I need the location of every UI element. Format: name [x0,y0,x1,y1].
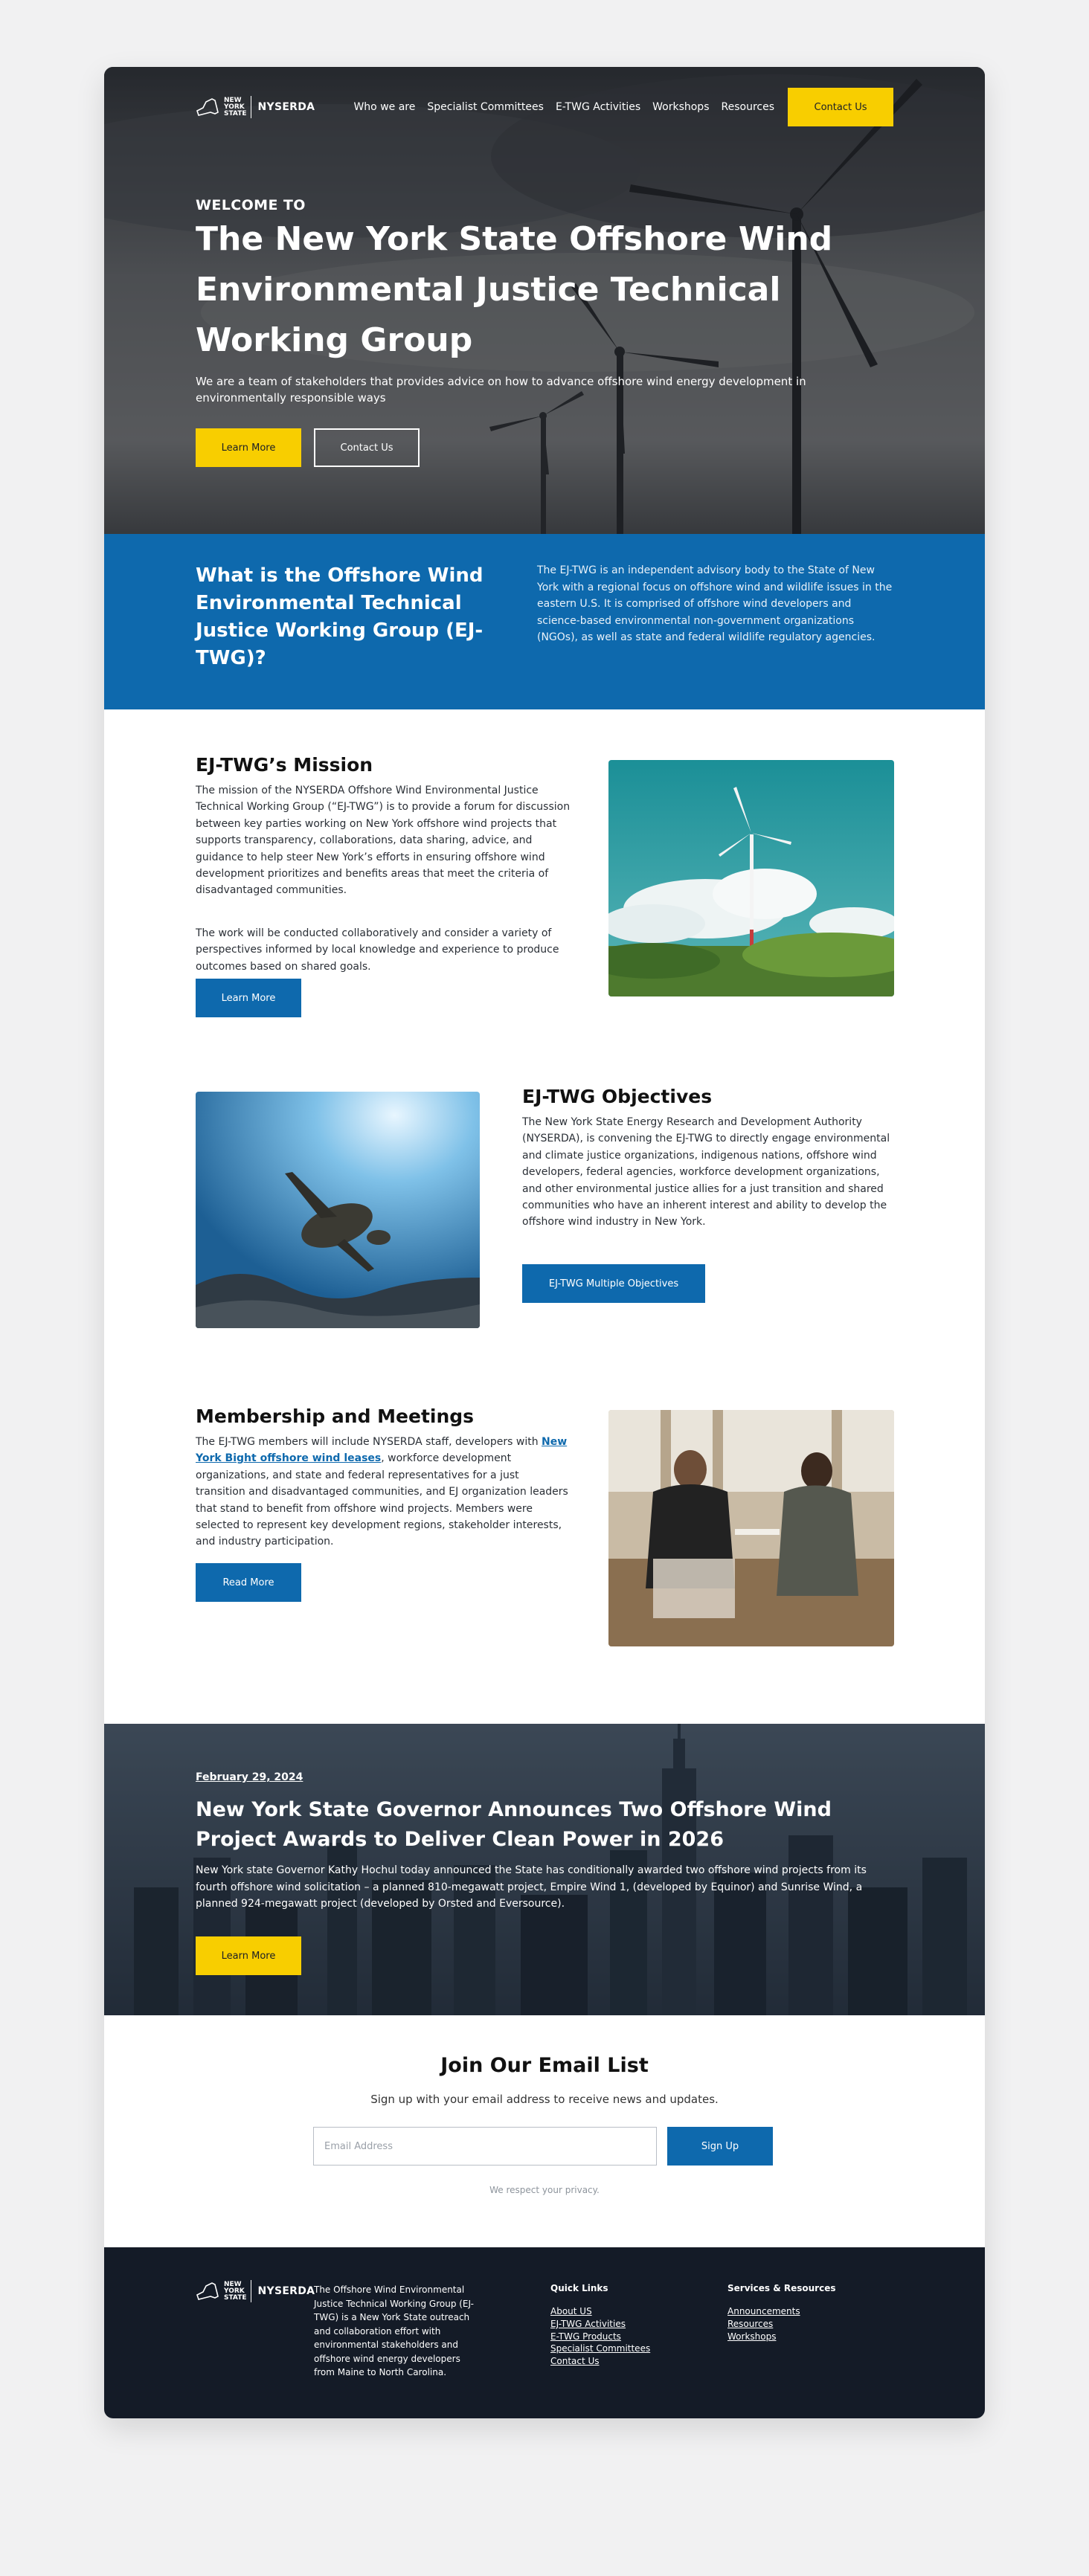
state-mark: NEW YORK STATE [224,96,247,117]
intro-body: The EJ-TWG is an independent advisory bo… [537,564,893,643]
news-title: New York State Governor Announces Two Of… [196,1798,832,1851]
mission-para-1: The mission of the NYSERDA Offshore Wind… [196,785,571,897]
footer-logo[interactable]: NEW YORK STATE NYSERDA [196,2280,315,2302]
footer-link-ejtwg-activities[interactable]: EJ-TWG Activities [550,2318,650,2331]
footer: NEW YORK STATE NYSERDA The Offshore Wind E… [104,2247,985,2418]
hero-learn-more-button[interactable]: Learn More [196,428,301,467]
nyserda-logo[interactable]: NEW YORK STATE NYSERDA [196,88,315,126]
footer-link-etwg-products[interactable]: E-TWG Products [550,2331,650,2343]
footer-link-announcements[interactable]: Announcements [727,2305,835,2318]
meeting-photo [608,1410,894,1646]
mission-title: EJ-TWG’s Mission [196,754,373,776]
page: NEW YORK STATE NYSERDA Who we are Speciali… [104,67,985,2418]
objectives-button[interactable]: EJ-TWG Multiple Objectives [522,1264,705,1303]
sign-up-button[interactable]: Sign Up [667,2127,773,2166]
nav-contact-button[interactable]: Contact Us [788,88,893,126]
membership-body: The EJ-TWG members will include NYSERDA … [196,1436,568,1548]
footer-quick-links: Quick Links About US EJ-TWG Activities E… [550,2283,650,2368]
email-title: Join Our Email List [440,2054,649,2077]
mission-learn-more-button[interactable]: Learn More [196,979,301,1017]
logo-label: NYSERDA [257,101,315,113]
news-date: February 29, 2024 [196,1771,303,1783]
nav-link-specialist-committees[interactable]: Specialist Committees [427,101,544,113]
single-turbine-photo [608,760,894,996]
footer-link-about-us[interactable]: About US [550,2305,650,2318]
top-nav: NEW YORK STATE NYSERDA Who we are Speciali… [196,88,893,126]
objectives-body: The New York State Energy Research and D… [522,1116,890,1229]
nav-link-resources[interactable]: Resources [722,101,775,113]
nav-links: Who we are Specialist Committees E-TWG A… [353,88,774,126]
state-mark: NEW YORK STATE [224,2280,247,2302]
hero-title: The New York State Offshore Wind Environ… [196,220,833,359]
objectives-title: EJ-TWG Objectives [522,1086,713,1107]
footer-link-contact-us[interactable]: Contact Us [550,2355,650,2368]
hero-section: NEW YORK STATE NYSERDA Who we are Speciali… [104,67,985,534]
intro-band: What is the Offshore Wind Environmental … [104,534,985,709]
footer-description: The Offshore Wind Environmental Justice … [314,2284,474,2377]
news-body: New York state Governor Kathy Hochul tod… [196,1864,867,1910]
sea-turtle-photo [196,1092,480,1328]
email-field[interactable] [313,2127,657,2166]
privacy-note: We respect your privacy. [489,2185,600,2195]
quick-links-heading: Quick Links [550,2283,608,2293]
services-heading: Services & Resources [727,2283,836,2293]
nav-link-who-we-are[interactable]: Who we are [353,101,415,113]
email-subtitle: Sign up with your email address to recei… [370,2093,719,2106]
footer-logo-label: NYSERDA [257,2285,315,2297]
nav-link-workshops[interactable]: Workshops [652,101,709,113]
footer-link-resources[interactable]: Resources [727,2318,835,2331]
membership-title: Membership and Meetings [196,1405,475,1427]
mission-para-2: The work will be conducted collaborative… [196,927,559,973]
ny-state-map-icon [196,98,219,116]
nav-link-etwg-activities[interactable]: E-TWG Activities [556,101,640,113]
footer-link-workshops[interactable]: Workshops [727,2331,835,2343]
membership-read-more-button[interactable]: Read More [196,1563,301,1602]
news-learn-more-button[interactable]: Learn More [196,1936,301,1975]
hero-subtitle: We are a team of stakeholders that provi… [196,375,806,405]
hero-contact-button[interactable]: Contact Us [314,428,420,467]
news-banner: February 29, 2024 New York State Governo… [104,1724,985,2015]
intro-heading: What is the Offshore Wind Environmental … [196,564,484,669]
footer-services: Services & Resources Announcements Resou… [727,2283,835,2342]
footer-link-specialist-committees[interactable]: Specialist Committees [550,2342,650,2355]
hero-eyebrow: WELCOME TO [196,197,306,213]
ny-state-map-icon [196,2282,219,2300]
